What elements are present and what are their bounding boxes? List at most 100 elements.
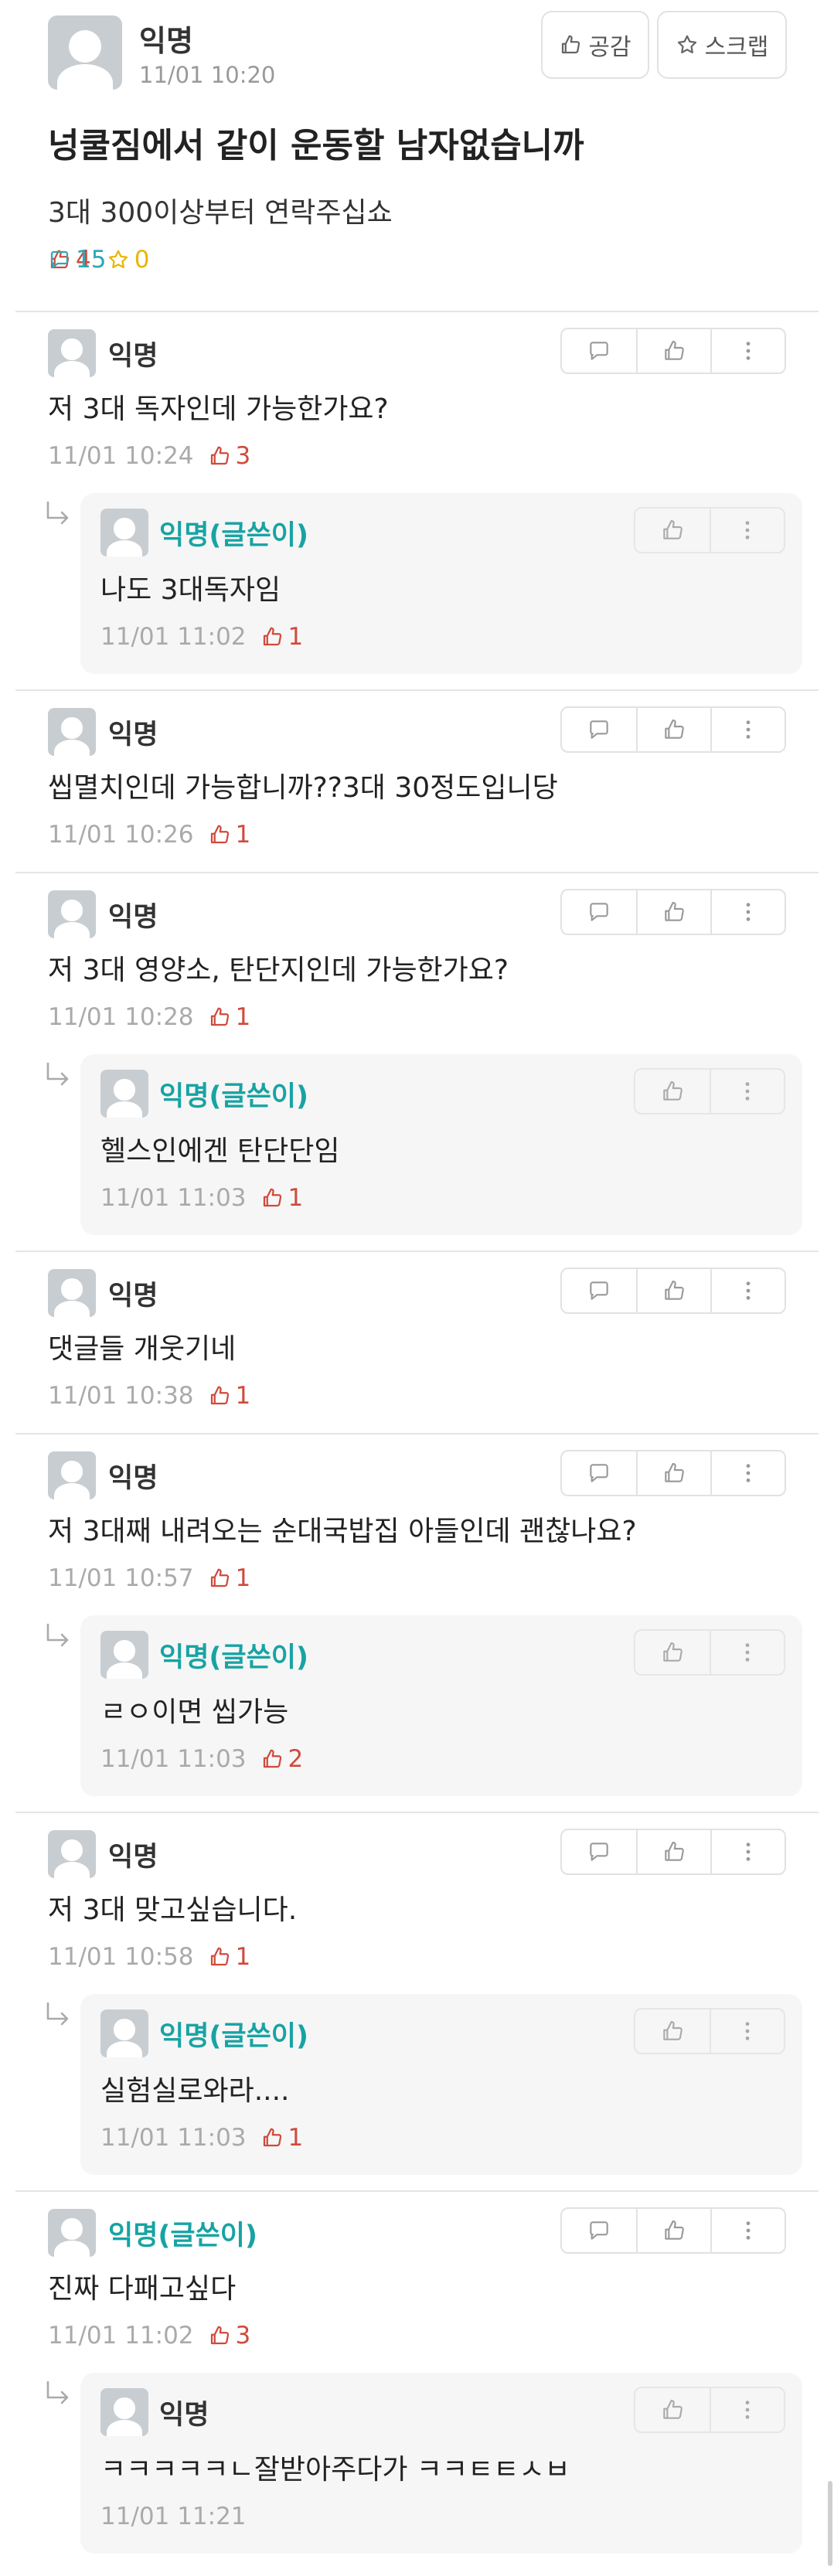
thumbs-up-icon <box>263 1749 281 1768</box>
more-vertical-icon <box>746 903 751 921</box>
more-button[interactable] <box>710 890 785 934</box>
comment-author: 익명(글쓴이) <box>159 2021 308 2052</box>
vote-button[interactable] <box>635 1070 710 1113</box>
comment-actions <box>560 2207 786 2254</box>
scrap-button-label: 스크랩 <box>704 34 769 61</box>
post-author: 익명 <box>139 24 193 58</box>
comment-timestamp: 11/01 10:58 <box>48 1943 194 1971</box>
comment-actions <box>560 328 786 374</box>
comment-text: ㅋㅋㅋㅋㅋㄴ잘받아주다가 ㅋㅋㅌㅌㅅㅂ <box>100 2454 570 2486</box>
comment-votes: 1 <box>208 1382 251 1410</box>
comment-text: 댓글들 개웃기네 <box>48 1333 237 1365</box>
divider <box>15 2190 819 2192</box>
comment-timestamp: 11/01 10:24 <box>48 442 194 470</box>
more-button[interactable] <box>710 2209 785 2252</box>
vote-button[interactable] <box>635 1631 710 1674</box>
vote-button[interactable] <box>635 2009 710 2053</box>
comment-text: 진짜 다패고싶다 <box>48 2273 237 2305</box>
comment-actions <box>634 1629 785 1676</box>
vote-button[interactable] <box>636 329 710 373</box>
comment-avatar <box>48 708 96 756</box>
reply: 익명(글쓴이) 헬스인에겐 탄단단임 11/01 11:03 1 <box>0 1054 834 1235</box>
comment-actions <box>560 1829 786 1875</box>
thumbs-up-icon <box>663 2399 683 2419</box>
comment-meta: 11/01 11:02 1 <box>100 623 303 651</box>
vote-button[interactable] <box>636 708 710 751</box>
comment-vote-count: 1 <box>235 1943 251 1971</box>
comment-votes: 1 <box>260 2124 303 2152</box>
speech-bubble-icon <box>590 903 608 921</box>
vote-button[interactable] <box>635 509 710 552</box>
vote-button[interactable] <box>636 1451 710 1495</box>
comment-votes: 1 <box>260 1184 303 1212</box>
comment-author: 익명 <box>108 1463 158 1494</box>
comment-meta: 11/01 10:28 1 <box>48 1003 250 1031</box>
thumbs-up-icon <box>562 35 580 54</box>
thumbs-up-icon <box>263 2128 281 2147</box>
vote-button[interactable] <box>636 2209 710 2252</box>
more-button[interactable] <box>710 708 785 751</box>
post: 익명 11/01 10:20 공감 스크랩 넝쿨짐에서 같이 운동할 남자없습니… <box>0 0 834 311</box>
comment: 익명 저 3대 독자인데 가능한가요? 11/01 10:24 3 <box>0 318 834 488</box>
thumbs-up-icon <box>263 1188 281 1207</box>
comment-votes: 1 <box>208 1564 250 1592</box>
reply-button[interactable] <box>562 708 636 751</box>
thumbs-up-icon <box>663 519 683 539</box>
reply-arrow-icon <box>46 2380 69 2404</box>
comment-actions <box>560 1450 786 1496</box>
reply-button[interactable] <box>562 1451 636 1495</box>
star-icon <box>677 35 696 53</box>
comment-vote-count: 1 <box>235 1382 251 1410</box>
vote-button[interactable] <box>636 890 710 934</box>
more-button[interactable] <box>710 329 785 373</box>
divider <box>15 311 819 312</box>
thumbs-up-icon <box>665 719 684 739</box>
scrollbar-thumb[interactable] <box>828 2481 832 2566</box>
more-vertical-icon <box>745 2401 750 2419</box>
more-button[interactable] <box>710 1269 785 1312</box>
comment-vote-count: 2 <box>288 1745 304 1773</box>
vote-button[interactable] <box>636 1830 710 1873</box>
comment-text: 실험실로와라.... <box>100 2075 290 2107</box>
comment-text: 저 3대째 내려오는 순대국밥집 아들인데 괜찮나요? <box>48 1516 637 1547</box>
more-button[interactable] <box>710 2009 784 2053</box>
comment-avatar <box>48 1830 96 1878</box>
thumbs-up-icon <box>665 1841 684 1861</box>
more-button[interactable] <box>710 1830 785 1873</box>
reply-button[interactable] <box>562 329 636 373</box>
thumbs-up-icon <box>210 825 229 844</box>
more-button[interactable] <box>710 1451 785 1495</box>
thumbs-up-icon <box>665 340 684 360</box>
comment-vote-count: 3 <box>235 2322 251 2350</box>
comment-avatar <box>100 2388 148 2436</box>
reply-button[interactable] <box>562 2209 636 2252</box>
comment-text: 저 3대 영양소, 탄단지인데 가능한가요? <box>48 955 509 986</box>
thumbs-up-icon <box>210 1568 229 1587</box>
more-button[interactable] <box>710 509 784 552</box>
comment-text: 저 3대 맞고싶습니다. <box>48 1894 298 1926</box>
more-button[interactable] <box>710 1070 784 1113</box>
vote-button[interactable] <box>636 1269 710 1312</box>
reply: 익명 ㅋㅋㅋㅋㅋㄴ잘받아주다가 ㅋㅋㅌㅌㅅㅂ 11/01 11:21 <box>0 2373 834 2554</box>
comment-actions <box>560 706 786 753</box>
comment-actions <box>560 889 786 935</box>
thumbs-up-icon <box>665 1462 684 1482</box>
vote-button[interactable] <box>635 2388 710 2431</box>
more-button[interactable] <box>710 2388 784 2431</box>
comment-author: 익명(글쓴이) <box>108 2220 257 2251</box>
reply-button[interactable] <box>562 890 636 934</box>
reply-button[interactable] <box>562 1269 636 1312</box>
comment-actions <box>634 1068 785 1114</box>
divider <box>15 872 819 873</box>
thumbs-up-icon <box>663 1642 683 1662</box>
like-button[interactable]: 공감 <box>541 11 649 79</box>
reply-button[interactable] <box>562 1830 636 1873</box>
comment-votes: 1 <box>208 1003 250 1031</box>
reply: 익명(글쓴이) ㄹㅇ이면 씹가능 11/01 11:03 2 <box>0 1615 834 1796</box>
more-button[interactable] <box>710 1631 784 1674</box>
comment-text: ㄹㅇ이면 씹가능 <box>100 1696 289 1728</box>
comment: 익명 저 3대 맞고싶습니다. 11/01 10:58 1 <box>0 1819 834 1989</box>
like-button-label: 공감 <box>588 34 631 61</box>
comment-meta: 11/01 10:26 1 <box>48 821 250 849</box>
scrap-button[interactable]: 스크랩 <box>657 11 787 79</box>
